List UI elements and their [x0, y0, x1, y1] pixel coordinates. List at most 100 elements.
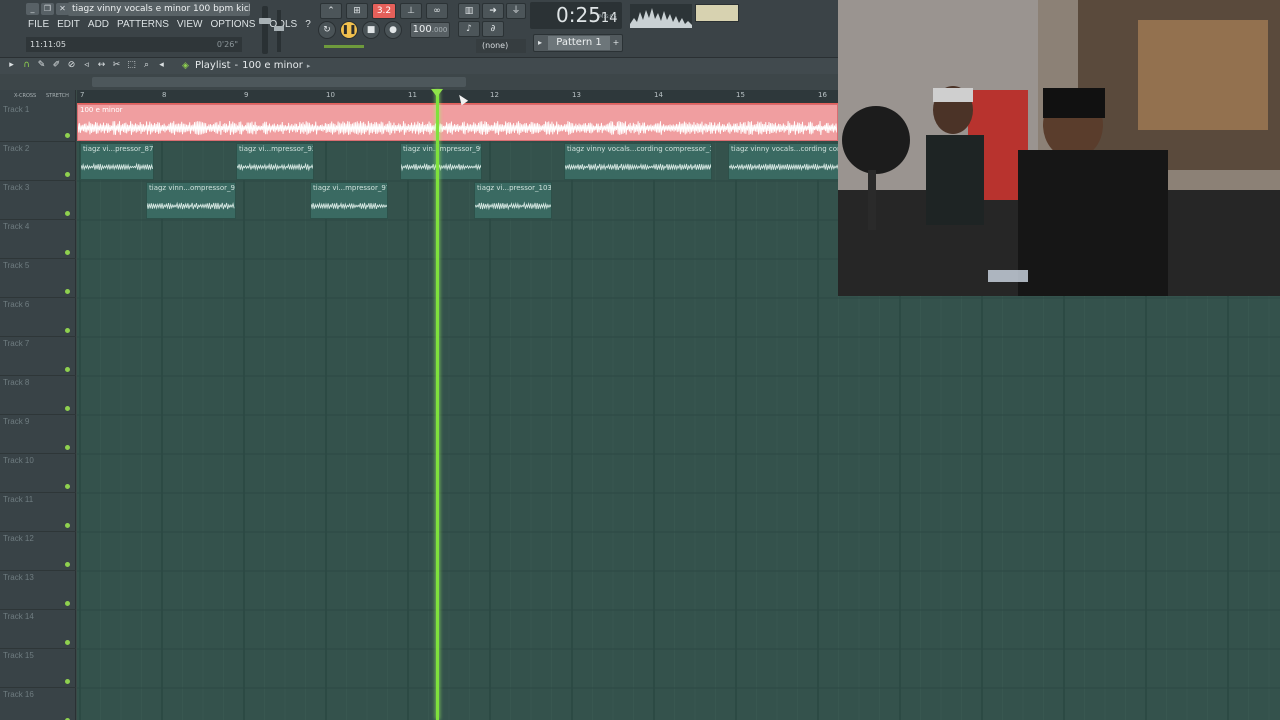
track-header[interactable]: Track 8	[0, 376, 76, 415]
track-header[interactable]: Track 6	[0, 298, 76, 337]
wait-input-icon[interactable]: ⊞	[346, 3, 368, 19]
add-pattern-icon[interactable]: +	[610, 35, 622, 51]
song-mode-icon[interactable]: ↻	[318, 21, 336, 39]
crossfade-label[interactable]: X-CROSS	[14, 93, 36, 99]
menu-add[interactable]: ADD	[88, 18, 109, 32]
audio-clip[interactable]: tiagz vin...mpressor_99	[400, 143, 482, 180]
mute-icon[interactable]: ◃	[81, 60, 92, 71]
playhead-marker[interactable]	[431, 89, 443, 97]
menu-options[interactable]: OPTIONS	[210, 18, 255, 32]
audio-clip[interactable]: tiagz vinny vocals...cording compressor_…	[564, 143, 712, 180]
playlist-arrow-icon[interactable]: ◈	[180, 61, 191, 72]
track-header[interactable]: Track 3	[0, 181, 76, 220]
menu-view[interactable]: VIEW	[177, 18, 203, 32]
menu-edit[interactable]: EDIT	[57, 18, 80, 32]
zoom-icon[interactable]: ⌕	[141, 60, 152, 71]
arrangement-name[interactable]: 100 e minor	[242, 59, 303, 73]
track-mute-led[interactable]	[65, 484, 70, 489]
master-pitch-slider[interactable]	[274, 10, 284, 52]
track-header[interactable]: Track 16	[0, 688, 76, 720]
track-name: Track 8	[3, 378, 30, 387]
pattern-name[interactable]: Pattern 1	[548, 36, 610, 50]
track-mute-led[interactable]	[65, 601, 70, 606]
stop-button[interactable]: ■	[362, 21, 380, 39]
audio-clip[interactable]: tiagz vinn...ompressor_90	[146, 182, 236, 219]
step-edit-icon[interactable]: ⊥	[400, 3, 422, 19]
minimize-button[interactable]: _	[26, 3, 39, 15]
track-mute-led[interactable]	[65, 640, 70, 645]
record-button[interactable]: ●	[384, 21, 402, 39]
pattern-clip[interactable]: 100 e minor	[77, 104, 838, 141]
pause-button[interactable]: ❚❚	[340, 21, 358, 39]
track-header[interactable]: Track 13	[0, 571, 76, 610]
snap-selector[interactable]: (none)	[476, 39, 526, 53]
track-mute-led[interactable]	[65, 445, 70, 450]
track-header[interactable]: Track 1	[0, 103, 76, 142]
track-mute-led[interactable]	[65, 523, 70, 528]
track-mute-led[interactable]	[65, 133, 70, 138]
audio-clip[interactable]: tiagz vi...mpressor_97	[310, 182, 388, 219]
track-mute-led[interactable]	[65, 367, 70, 372]
loop-record-icon[interactable]: ∞	[426, 3, 448, 19]
audio-clip[interactable]: tiagz vi...pressor_103	[474, 182, 552, 219]
track-mute-led[interactable]	[65, 679, 70, 684]
pattern-selector[interactable]: ▸ Pattern 1 +	[533, 34, 623, 52]
mixer-icon[interactable]: ⏚	[506, 3, 526, 19]
track-mute-led[interactable]	[65, 172, 70, 177]
track-header[interactable]: Track 14	[0, 610, 76, 649]
options-arrow-icon[interactable]: ▸	[6, 60, 17, 71]
track-mute-led[interactable]	[65, 211, 70, 216]
select-icon[interactable]: ⬚	[126, 60, 137, 71]
audio-clip[interactable]: tiagz vi...mpressor_93	[236, 143, 314, 180]
track-header[interactable]: Track 12	[0, 532, 76, 571]
master-volume-slider[interactable]	[259, 6, 271, 54]
track-header[interactable]: Track 7	[0, 337, 76, 376]
piano-roll-icon[interactable]: ▥	[458, 3, 480, 19]
arrangement-arrow-icon[interactable]: ▸	[307, 59, 311, 73]
track-header[interactable]: Track 5	[0, 259, 76, 298]
maximize-button[interactable]: ❐	[41, 3, 54, 15]
menu-help[interactable]: ?	[305, 18, 311, 32]
master-pitch-handle[interactable]	[274, 26, 284, 31]
track-mute-led[interactable]	[65, 250, 70, 255]
track-header[interactable]: Track 2	[0, 142, 76, 181]
menu-patterns[interactable]: PATTERNS	[117, 18, 169, 32]
track-header[interactable]: Track 10	[0, 454, 76, 493]
menu-file[interactable]: FILE	[28, 18, 49, 32]
metronome-icon[interactable]: ⌃	[320, 3, 342, 19]
audio-clip[interactable]: tiagz vi...pressor_87	[80, 143, 154, 180]
stretch-label[interactable]: STRETCH	[46, 93, 69, 99]
track-mute-led[interactable]	[65, 328, 70, 333]
horizontal-scrollbar[interactable]	[92, 77, 466, 87]
playlist-label: Playlist	[195, 60, 231, 71]
slice-icon[interactable]: ✂	[111, 60, 122, 71]
track-header[interactable]: Track 4	[0, 220, 76, 259]
link-icon[interactable]: ∂	[482, 21, 504, 37]
peak-meter	[695, 4, 739, 22]
audio-clip[interactable]: tiagz vinny vocals...cording cor	[728, 143, 843, 180]
track-mute-led[interactable]	[65, 562, 70, 567]
plugin-icon[interactable]: ♪	[458, 21, 480, 37]
magnet-icon[interactable]: ∩	[21, 60, 32, 71]
tempo-display[interactable]: 100.000	[410, 22, 450, 38]
master-volume-handle[interactable]	[259, 18, 271, 24]
playhead[interactable]	[436, 90, 439, 720]
draw-icon[interactable]: ✎	[36, 60, 47, 71]
track-header[interactable]: Track 9	[0, 415, 76, 454]
delete-icon[interactable]: ⊘	[66, 60, 77, 71]
pattern-prev-icon[interactable]: ▸	[534, 35, 546, 51]
track-mute-led[interactable]	[65, 406, 70, 411]
playback-icon[interactable]: ◂	[156, 60, 167, 71]
slip-icon[interactable]: ↔	[96, 60, 107, 71]
track-header[interactable]: Track 11	[0, 493, 76, 532]
track-mute-led[interactable]	[65, 289, 70, 294]
track-header[interactable]: Track 15	[0, 649, 76, 688]
transport-controls: ↻ ❚❚ ■ ●	[318, 21, 402, 39]
paint-icon[interactable]: ✐	[51, 60, 62, 71]
countdown-button[interactable]: 3.2	[372, 3, 396, 19]
audio-clip-title: tiagz vinny vocals...cording cor	[731, 145, 840, 153]
browser-arrow-icon[interactable]: ➜	[482, 3, 504, 19]
main-swing-slider[interactable]	[324, 45, 364, 48]
audio-clip-title: tiagz vi...pressor_87	[83, 145, 154, 153]
audio-clip-title: tiagz vi...pressor_103	[477, 184, 552, 192]
